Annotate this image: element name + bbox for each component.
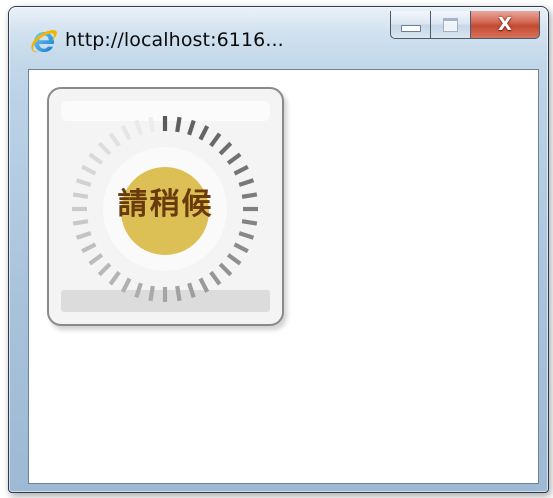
spinner-tick — [209, 132, 222, 148]
browser-popup-window: http://localhost:6116... X 請稍候 — [8, 6, 549, 493]
spinner-tick — [120, 125, 132, 141]
spinner-tick — [81, 164, 97, 176]
spinner-tick — [238, 231, 255, 240]
spinner-tick — [175, 116, 182, 133]
spinner-tick — [148, 285, 155, 302]
spinner-tick — [238, 178, 255, 187]
spinner-tick — [134, 119, 143, 136]
spinner-tick — [241, 219, 258, 226]
page-content: 請稍候 — [28, 69, 539, 484]
spinner-tick — [75, 178, 92, 187]
spinner-tick — [120, 277, 132, 293]
spinner-tick — [209, 270, 222, 286]
ie-icon — [31, 30, 57, 53]
loading-message: 請稍候 — [117, 187, 214, 222]
spinner-tick — [233, 242, 249, 254]
spinner-tick — [218, 262, 233, 277]
maximize-icon — [443, 17, 458, 32]
window-title: http://localhost:6116... — [65, 29, 284, 51]
spinner-tick — [134, 282, 143, 299]
spinner-tick — [218, 141, 233, 156]
spinner-tick — [97, 141, 112, 156]
maximize-button[interactable] — [430, 11, 470, 39]
spinner-tick — [226, 253, 242, 266]
spinner-tick — [75, 231, 92, 240]
spinner-tick — [108, 270, 121, 286]
spinner-tick — [226, 152, 242, 165]
close-button[interactable]: X — [470, 11, 540, 39]
loading-indicator: 請稍候 — [47, 87, 284, 326]
spinner-tick — [88, 253, 104, 266]
close-icon: X — [498, 13, 512, 35]
minimize-icon — [400, 25, 421, 32]
spinner-tick — [187, 282, 196, 299]
spinner-tick — [198, 277, 210, 293]
spinner-tick — [72, 219, 89, 226]
spinner-tick — [81, 242, 97, 254]
minimize-button[interactable] — [390, 11, 430, 39]
spinner-tick — [175, 285, 182, 302]
caption-buttons: X — [390, 11, 540, 39]
spinner-tick — [97, 262, 112, 277]
spinner-tick — [233, 164, 249, 176]
title-bar[interactable]: http://localhost:6116... X — [9, 7, 548, 63]
spinner-tick — [108, 132, 121, 148]
spinner-tick — [198, 125, 210, 141]
spinner-tick — [88, 152, 104, 165]
spinner-tick — [148, 116, 155, 133]
spinner-tick — [187, 119, 196, 136]
